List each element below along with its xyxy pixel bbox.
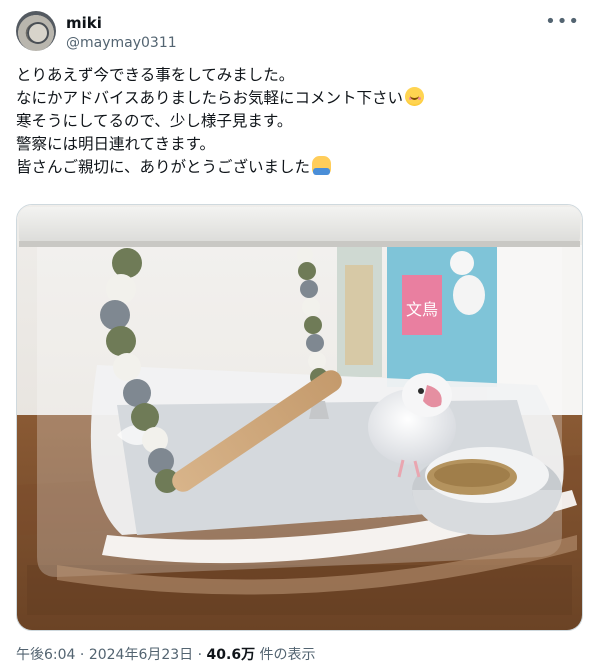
tweet-line: 警察には明日連れてきます。 bbox=[16, 133, 576, 156]
separator: · bbox=[75, 647, 89, 663]
user-handle[interactable]: @maymay0311 bbox=[66, 34, 177, 52]
user-name[interactable]: miki bbox=[66, 14, 102, 32]
avatar[interactable] bbox=[16, 11, 56, 51]
tweet-line-text: 寒そうにしてるので、少し様子見ます。 bbox=[16, 112, 293, 130]
tweet-line: なにかアドバイスありましたらお気軽にコメント下さい bbox=[16, 87, 576, 110]
smiling-face-emoji-icon bbox=[405, 87, 425, 106]
tweet-line-text: 警察には明日連れてきます。 bbox=[16, 135, 216, 153]
bowing-person-emoji-icon bbox=[312, 156, 332, 175]
view-count: 40.6万 bbox=[206, 647, 256, 663]
post-date[interactable]: 2024年6月23日 bbox=[89, 647, 193, 663]
view-count-label: 件の表示 bbox=[255, 647, 316, 663]
tweet-line: とりあえず今できる事をしてみました。 bbox=[16, 64, 576, 87]
food-bowl bbox=[412, 447, 562, 535]
tweet-photo[interactable]: 文鳥 bbox=[16, 204, 583, 631]
tweet-line: 皆さんご親切に、ありがとうございました bbox=[16, 156, 576, 179]
post-time[interactable]: 午後6:04 bbox=[16, 647, 75, 663]
tweet-line-text: とりあえず今できる事をしてみました。 bbox=[16, 66, 295, 84]
bag-label: 文鳥 bbox=[406, 300, 438, 319]
tweet-line-text: なにかアドバイスありましたらお気軽にコメント下さい bbox=[16, 89, 404, 107]
tweet-meta: 午後6:04 · 2024年6月23日 · 40.6万 件の表示 bbox=[16, 645, 316, 665]
tweet-header: miki @maymay0311 ••• bbox=[16, 11, 584, 55]
avatar-face-icon bbox=[27, 22, 49, 44]
separator: · bbox=[193, 647, 207, 663]
tweet-line-text: 皆さんご親切に、ありがとうございました bbox=[16, 158, 311, 176]
tweet-line: 寒そうにしてるので、少し様子見ます。 bbox=[16, 110, 576, 133]
bird-cage-photo: 文鳥 bbox=[17, 205, 582, 630]
more-options-icon[interactable]: ••• bbox=[545, 13, 580, 31]
tweet-text: とりあえず今できる事をしてみました。 なにかアドバイスありましたらお気軽にコメン… bbox=[16, 64, 576, 179]
